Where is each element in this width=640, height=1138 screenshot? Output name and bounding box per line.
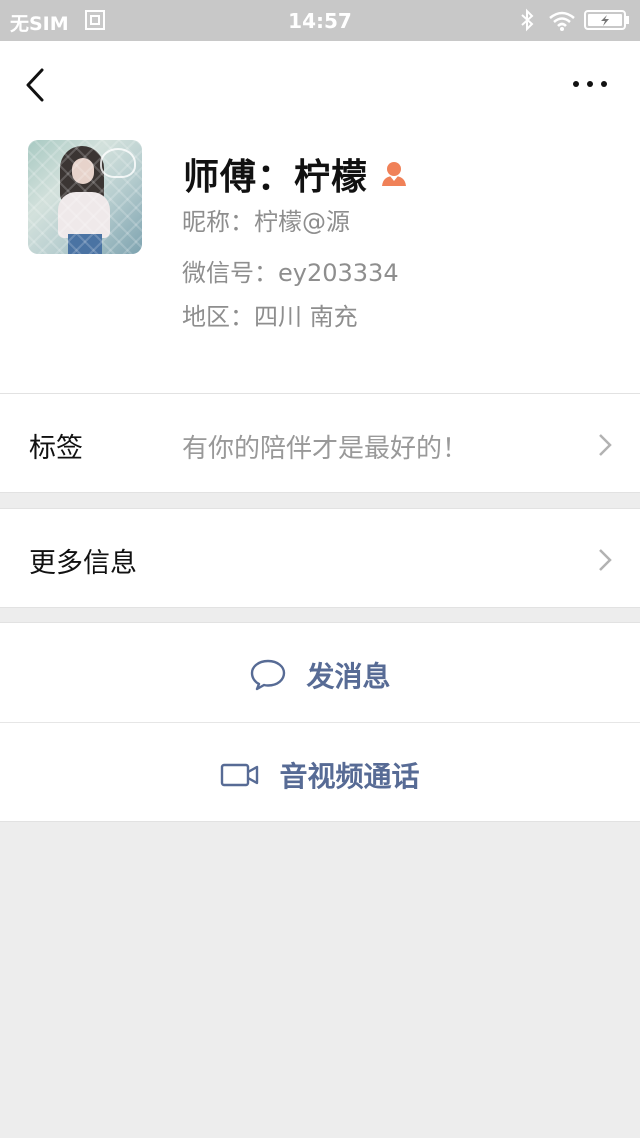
region-line: 地区：四川 南充	[182, 303, 358, 331]
battery-charging-icon	[584, 10, 629, 30]
bluetooth-icon	[521, 8, 534, 32]
tag-value: 有你的陪伴才是最好的！	[182, 434, 469, 464]
wifi-icon	[549, 11, 575, 31]
more-info-row[interactable]: 更多信息	[0, 508, 640, 608]
female-user-icon	[382, 162, 407, 186]
contact-profile-page: 师傅：柠檬 昵称：柠檬@源 微信号：ey203334 地区：四川 南充 标签 有…	[0, 41, 640, 1138]
send-message-label: 发消息	[306, 660, 391, 693]
back-button[interactable]	[20, 65, 50, 105]
contact-name-row: 师傅：柠檬	[183, 148, 409, 198]
video-camera-icon	[221, 763, 259, 787]
chevron-right-icon	[599, 434, 612, 456]
video-call-label: 音视频通话	[279, 760, 420, 793]
wechat-id-line: 微信号：ey203334	[182, 259, 399, 287]
video-call-button[interactable]: 音视频通话	[0, 722, 640, 822]
avatar-fence-overlay	[28, 140, 142, 254]
avatar[interactable]	[28, 140, 142, 254]
profile-card: 师傅：柠檬 昵称：柠檬@源 微信号：ey203334 地区：四川 南充	[0, 41, 640, 393]
chat-bubble-icon	[251, 659, 286, 691]
send-message-button[interactable]: 发消息	[0, 622, 640, 722]
tag-row[interactable]: 标签 有你的陪伴才是最好的！	[0, 393, 640, 493]
more-options-button[interactable]	[566, 71, 614, 97]
send-message-content: 发消息	[0, 655, 640, 695]
contact-name: 师傅：柠檬	[183, 157, 369, 198]
tag-label: 标签	[29, 433, 83, 464]
more-info-label: 更多信息	[29, 548, 137, 579]
status-time: 14:57	[288, 9, 352, 33]
video-call-content: 音视频通话	[0, 755, 640, 795]
status-bar: 无SIM 14:57	[0, 0, 640, 41]
nickname-line: 昵称：柠檬@源	[182, 208, 350, 236]
chevron-right-icon	[599, 549, 612, 571]
